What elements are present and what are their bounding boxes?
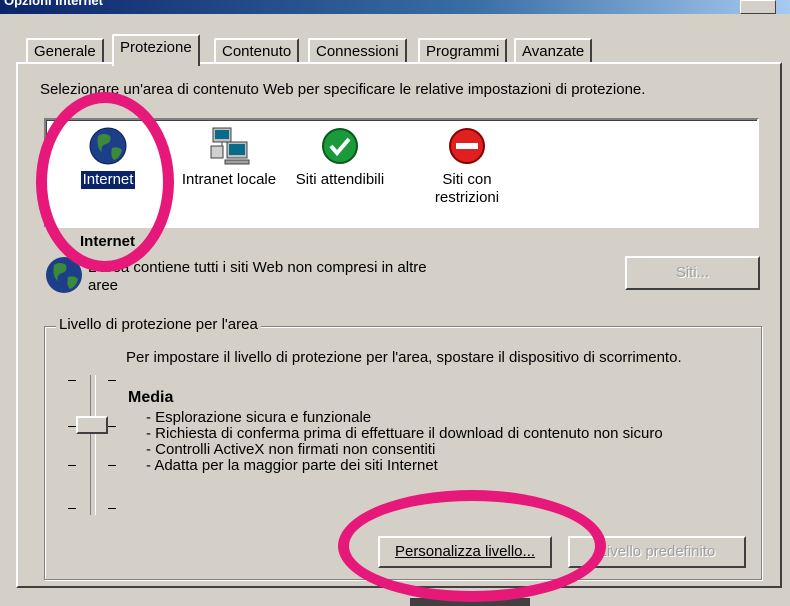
security-level-group-label: Livello di protezione per l'area (56, 316, 261, 333)
slider-tick (68, 465, 76, 466)
slider-tick (68, 380, 76, 381)
slider-tick (68, 508, 76, 509)
slider-tick (108, 508, 116, 509)
zone-siti-con-restrizioni[interactable]: Siti con restrizioni (422, 126, 512, 207)
network-computers-icon (210, 127, 250, 165)
feature-item: - Controlli ActiveX non firmati non cons… (146, 441, 436, 458)
zone-info-title: Internet (80, 233, 136, 250)
help-button[interactable] (740, 0, 776, 14)
security-level-hint: Per impostare il livello di protezione p… (126, 349, 682, 366)
zone-label: Siti attendibili (295, 171, 385, 188)
slider-tick (108, 380, 116, 381)
zone-intranet-locale[interactable]: Intranet locale (174, 126, 284, 189)
zone-internet[interactable]: Internet (68, 126, 148, 190)
zone-label-line1: Siti con (442, 171, 492, 188)
tab-avanzate[interactable]: Avanzate (514, 38, 593, 64)
feature-item: - Esplorazione sicura e funzionale (146, 409, 372, 426)
ok-button-edge[interactable] (410, 598, 530, 606)
window-title-bar: Opzioni Internet (0, 0, 790, 14)
zone-info-description: L'area contiene tutti i siti Web non com… (88, 259, 427, 294)
zone-list: Internet Intranet locale Siti attendibil… (44, 118, 759, 228)
green-check-icon (322, 128, 358, 164)
zone-label-line2: restrizioni (434, 189, 500, 206)
tab-protezione[interactable]: Protezione (112, 34, 200, 66)
window-title: Opzioni Internet (4, 0, 103, 8)
zone-label: Internet (79, 170, 137, 190)
zone-label: Intranet locale (181, 171, 277, 188)
globe-icon (46, 257, 82, 293)
zone-instruction: Selezionare un'area di contenuto Web per… (40, 81, 646, 98)
sites-button[interactable]: Siti... (625, 256, 760, 290)
slider-tick (108, 465, 116, 466)
red-no-entry-icon (449, 128, 485, 164)
tab-generale[interactable]: Generale (26, 38, 104, 64)
tab-connessioni[interactable]: Connessioni (308, 38, 407, 64)
globe-icon (89, 127, 127, 165)
custom-level-button[interactable]: Personalizza livello... (378, 536, 552, 568)
feature-item: - Adatta per la maggior parte dei siti I… (146, 457, 438, 474)
zone-siti-attendibili[interactable]: Siti attendibili (290, 126, 390, 189)
security-slider-thumb[interactable] (76, 416, 108, 434)
security-level-features: - Esplorazione sicura e funzionale - Ric… (146, 410, 663, 474)
feature-item: - Richiesta di conferma prima di effettu… (146, 425, 663, 442)
tab-contenuto[interactable]: Contenuto (214, 38, 300, 64)
default-level-button[interactable]: Livello predefinito (568, 536, 746, 568)
security-slider-track[interactable] (90, 375, 96, 515)
slider-tick (108, 426, 116, 427)
slider-tick (68, 426, 76, 427)
tab-programmi[interactable]: Programmi (418, 38, 508, 64)
security-level-name: Media (128, 389, 174, 406)
